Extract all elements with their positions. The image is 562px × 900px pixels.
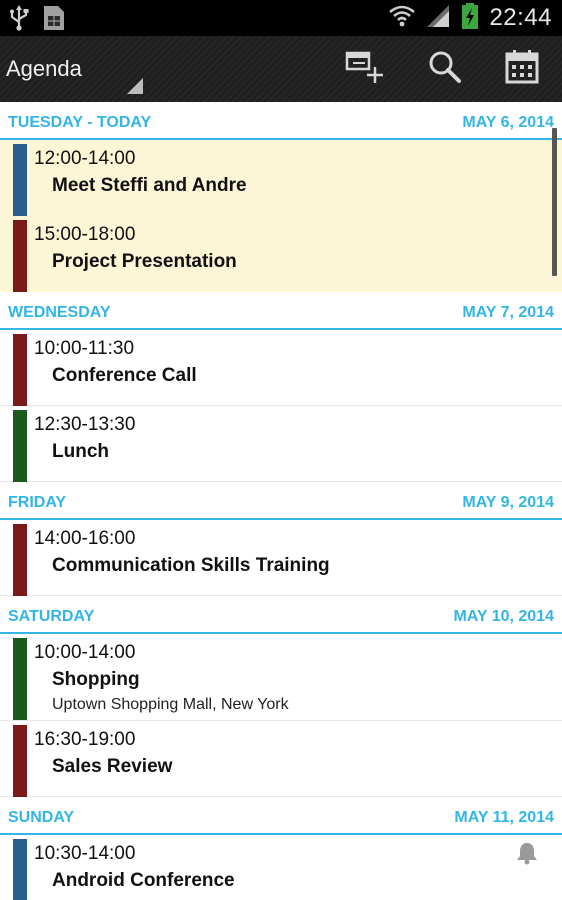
day-name: FRIDAY — [8, 494, 67, 511]
event-title: Meet Steffi and Andre — [52, 175, 247, 196]
event-item[interactable]: 14:00-16:00 Communication Skills Trainin… — [0, 520, 562, 596]
wifi-icon — [389, 4, 416, 33]
event-title: Sales Review — [52, 756, 173, 777]
day-date: MAY 6, 2014 — [462, 114, 554, 131]
battery-charging-icon — [461, 2, 479, 35]
event-title: Shopping — [52, 669, 140, 690]
scrollbar-thumb[interactable] — [552, 128, 557, 276]
day-date: MAY 9, 2014 — [462, 494, 554, 511]
event-color-bar — [13, 839, 27, 900]
event-title: Lunch — [52, 441, 109, 462]
event-time: 10:00-14:00 — [34, 642, 136, 663]
event-time: 12:30-13:30 — [34, 414, 136, 435]
day-name: TUESDAY - TODAY — [8, 114, 152, 131]
day-header: WEDNESDAY MAY 7, 2014 — [0, 292, 562, 330]
event-title: Conference Call — [52, 365, 197, 386]
event-title: Project Presentation — [52, 251, 237, 272]
event-color-bar — [13, 220, 27, 292]
go-to-date-button[interactable] — [498, 46, 546, 92]
agenda-list[interactable]: TUESDAY - TODAY MAY 6, 2014 12:00-14:00 … — [0, 102, 562, 900]
event-title: Communication Skills Training — [52, 555, 330, 576]
event-color-bar — [13, 725, 27, 797]
day-name: SUNDAY — [8, 809, 75, 826]
event-item[interactable]: 15:00-18:00 Project Presentation — [0, 216, 562, 292]
day-name: SATURDAY — [8, 608, 95, 625]
day-date: MAY 7, 2014 — [462, 304, 554, 321]
search-button[interactable] — [421, 46, 469, 92]
status-time: 22:44 — [489, 4, 552, 31]
sim-card-icon — [42, 4, 66, 37]
event-item[interactable]: 16:30-19:00 Sales Review — [0, 721, 562, 797]
add-event-icon — [343, 47, 387, 92]
usb-icon — [8, 4, 30, 37]
event-item[interactable]: 10:00-14:00 Shopping Uptown Shopping Mal… — [0, 634, 562, 721]
day-name: WEDNESDAY — [8, 304, 111, 321]
event-time: 15:00-18:00 — [34, 224, 136, 245]
day-date: MAY 11, 2014 — [454, 809, 554, 826]
event-title: Android Conference — [52, 870, 235, 891]
event-item[interactable]: 10:30-14:00 Android Conference — [0, 835, 562, 900]
event-item[interactable]: 12:30-13:30 Lunch — [0, 406, 562, 482]
event-color-bar — [13, 144, 27, 216]
day-header: SUNDAY MAY 11, 2014 — [0, 797, 562, 835]
event-time: 10:30-14:00 — [34, 843, 136, 864]
event-color-bar — [13, 638, 27, 720]
event-location: Uptown Shopping Mall, New York — [52, 696, 289, 713]
event-item[interactable]: 10:00-11:30 Conference Call — [0, 330, 562, 406]
event-item[interactable]: 12:00-14:00 Meet Steffi and Andre — [0, 140, 562, 216]
search-icon — [425, 47, 465, 92]
event-color-bar — [13, 334, 27, 406]
event-color-bar — [13, 410, 27, 482]
add-event-button[interactable] — [341, 46, 389, 92]
day-header: TUESDAY - TODAY MAY 6, 2014 — [0, 102, 562, 140]
event-time: 10:00-11:30 — [34, 338, 135, 359]
event-time: 16:30-19:00 — [34, 729, 136, 750]
event-color-bar — [13, 524, 27, 596]
event-time: 14:00-16:00 — [34, 528, 136, 549]
bell-icon — [516, 841, 538, 870]
action-bar: Agenda — [0, 36, 562, 102]
status-bar: 22:44 — [0, 0, 562, 36]
view-title: Agenda — [6, 56, 82, 81]
spinner-indicator-icon — [127, 78, 143, 94]
day-header: FRIDAY MAY 9, 2014 — [0, 482, 562, 520]
signal-icon — [425, 3, 451, 34]
day-date: MAY 10, 2014 — [453, 608, 554, 625]
calendar-icon — [502, 47, 542, 92]
day-header: SATURDAY MAY 10, 2014 — [0, 596, 562, 634]
event-time: 12:00-14:00 — [34, 148, 136, 169]
